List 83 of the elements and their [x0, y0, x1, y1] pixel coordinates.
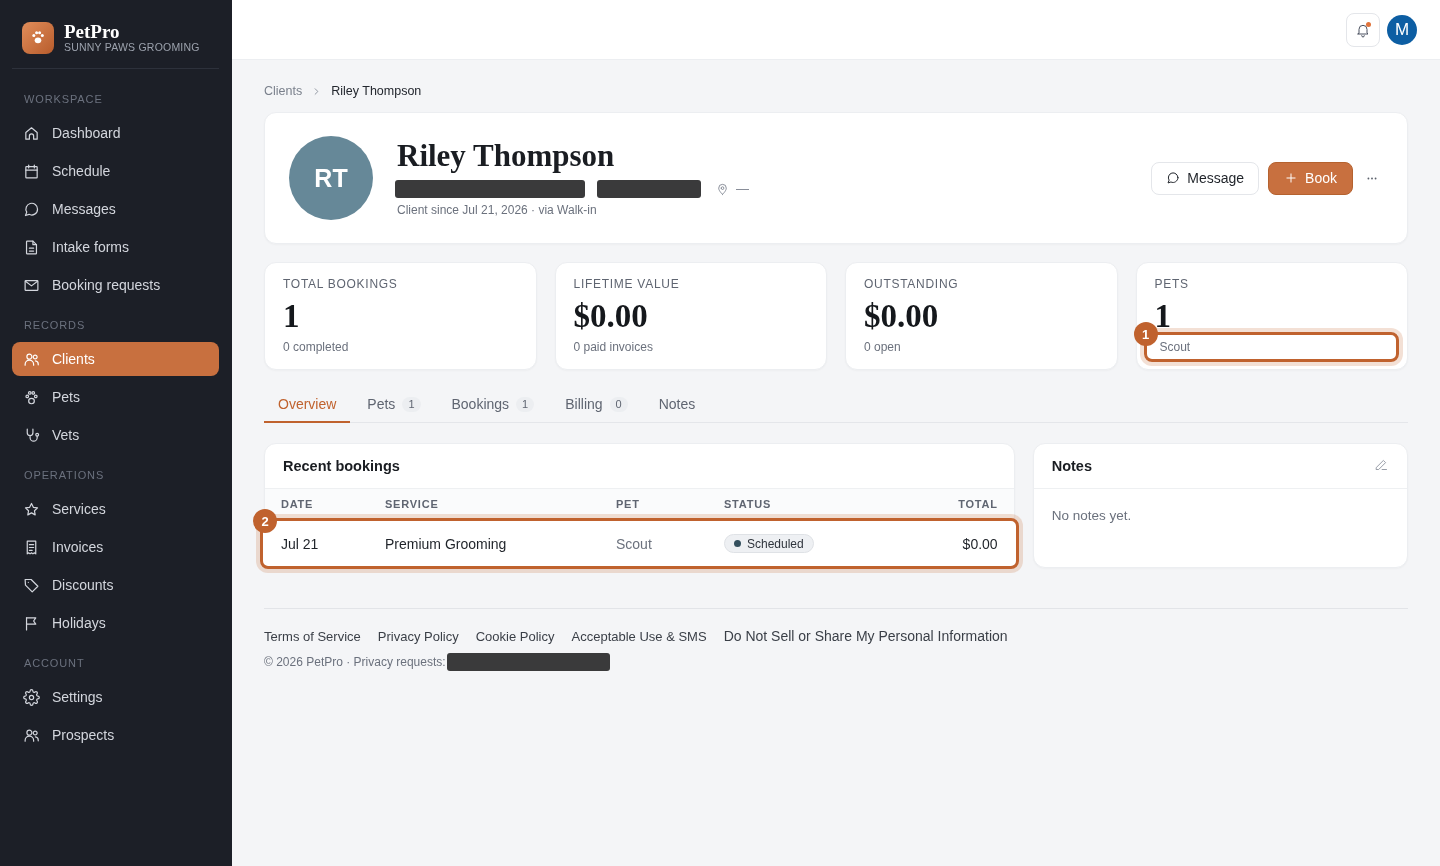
nav-item[interactable]: Dashboard — [12, 116, 219, 150]
breadcrumb-item: Riley Thompson — [331, 83, 422, 99]
footer-link[interactable]: Acceptable Use & SMS — [571, 628, 707, 645]
nav-item[interactable]: Messages — [12, 192, 219, 226]
plus-icon — [1284, 171, 1299, 185]
column-header: DATE — [281, 498, 315, 510]
book-button[interactable]: Book — [1268, 161, 1353, 195]
nav-item[interactable]: Invoices — [12, 530, 219, 564]
nav-section-title: WORKSPACE — [23, 92, 104, 106]
tab[interactable]: Notes — [644, 388, 710, 423]
nav-item[interactable]: Vets — [12, 418, 219, 452]
empty-notes-text: No notes yet. — [1050, 507, 1133, 525]
table-cell-text: Jul 21 — [281, 535, 320, 552]
tab[interactable]: Pets 1 — [353, 388, 435, 423]
stat-value: 1 — [283, 298, 300, 334]
tab[interactable]: Bookings 1 — [437, 388, 549, 423]
user-avatar[interactable]: M — [1387, 14, 1417, 45]
chat-bubble-icon — [1166, 171, 1181, 185]
table-cell-text: Scout — [616, 535, 653, 552]
column-header: SERVICE — [385, 498, 440, 510]
column-header: STATUS — [724, 498, 772, 510]
nav-item[interactable]: Intake forms — [12, 230, 219, 264]
home-icon — [23, 124, 40, 142]
nav-section-title: OPERATIONS — [23, 468, 106, 482]
more-icon — [1367, 176, 1377, 180]
nav-item[interactable]: Schedule — [12, 154, 219, 188]
footer-link[interactable]: Privacy Policy — [377, 628, 459, 645]
nav-item[interactable]: Prospects — [12, 718, 219, 752]
nav-section-title: RECORDS — [23, 318, 87, 332]
star-icon — [23, 500, 40, 518]
footer-link[interactable]: Terms of Service — [264, 628, 361, 645]
stat-subtext: Scout — [1159, 339, 1191, 355]
footer-link[interactable]: Do Not Sell or Share My Personal Information — [723, 628, 1008, 645]
paw-logo-icon — [22, 22, 54, 54]
step-badge: 2 — [253, 509, 277, 533]
step-badge: 1 — [1133, 322, 1158, 346]
paw-icon — [23, 388, 40, 406]
nav-item[interactable]: Pets — [12, 380, 219, 414]
notifications-button[interactable] — [1346, 12, 1380, 47]
stat-value: $0.00 — [864, 298, 939, 334]
column-header: TOTAL — [958, 498, 998, 510]
tab[interactable]: Overview — [264, 388, 351, 423]
tab-count: 1 — [402, 397, 421, 412]
calendar-icon — [23, 162, 40, 180]
nav-item[interactable]: Booking requests — [12, 268, 219, 302]
card-title: Notes — [1051, 458, 1092, 474]
stat-subtext: 0 open — [864, 339, 901, 355]
nav-item[interactable]: Clients — [12, 342, 219, 376]
tag-icon — [23, 576, 40, 594]
card-title: Recent bookings — [283, 458, 400, 474]
stat-label: LIFETIME VALUE — [573, 276, 680, 292]
breadcrumb-item[interactable]: Clients — [264, 83, 303, 99]
settings-icon — [23, 688, 40, 706]
tab-count: 0 — [609, 397, 628, 412]
footer-link[interactable]: Cookie Policy — [475, 628, 555, 645]
brand-name: PetPro — [64, 22, 121, 41]
nav-item[interactable]: Holidays — [12, 606, 219, 640]
client-avatar: RT — [289, 136, 373, 220]
nav-item[interactable]: Settings — [12, 680, 219, 714]
document-icon — [23, 238, 40, 256]
status-label: Scheduled — [747, 536, 804, 551]
table-cell-text: Premium Grooming — [385, 535, 508, 552]
stat-label: PETS — [1154, 276, 1189, 292]
tab[interactable]: Billing 0 — [551, 388, 642, 423]
stat-label: OUTSTANDING — [864, 276, 959, 292]
table-cell: $0.00 — [962, 535, 998, 552]
stat-subtext: 0 completed — [283, 339, 349, 355]
chat-bubble-icon — [23, 200, 40, 218]
message-button[interactable]: Message — [1151, 161, 1260, 195]
client-name: Riley Thompson — [397, 138, 615, 174]
location-pin-icon — [716, 182, 729, 196]
client-since: Client since Jul 21, 2026 · via Walk-in — [397, 202, 597, 218]
column-header: PET — [616, 498, 641, 510]
stat-label: TOTAL BOOKINGS — [283, 276, 398, 292]
stat-subtext: 0 paid invoices — [573, 339, 653, 355]
stat-value: $0.00 — [573, 298, 648, 334]
location-value: — — [736, 181, 749, 197]
brand-tagline: SUNNY PAWS GROOMING — [64, 41, 200, 54]
tab-count: 1 — [516, 397, 535, 412]
copyright-text: © 2026 PetPro · Privacy requests: — [264, 654, 446, 671]
nav-item[interactable]: Discounts — [12, 568, 219, 602]
nav-item[interactable]: Services — [12, 492, 219, 526]
nav-section-title: ACCOUNT — [23, 656, 86, 670]
